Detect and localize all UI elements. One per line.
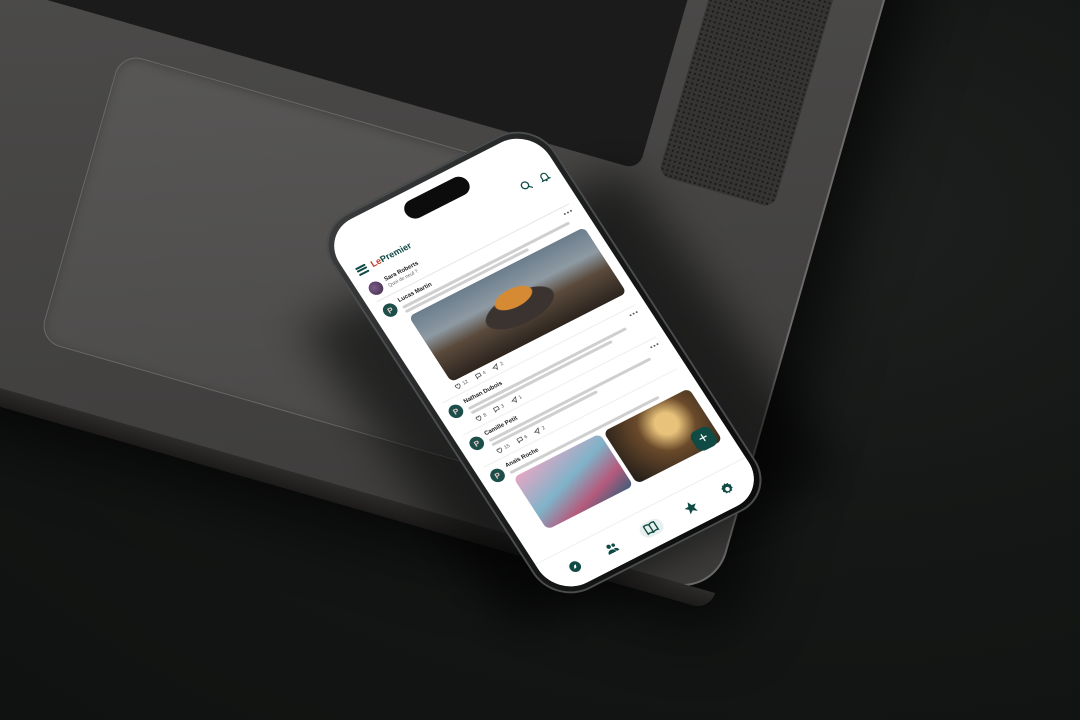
comment-button[interactable]: 4 xyxy=(473,369,487,380)
tab-home[interactable] xyxy=(564,556,587,577)
avatar: P xyxy=(487,466,508,485)
avatar xyxy=(365,279,387,298)
share-button[interactable]: 1 xyxy=(509,394,523,405)
tab-friends[interactable] xyxy=(600,538,623,559)
like-count: 12 xyxy=(461,378,470,387)
hamburger-icon[interactable] xyxy=(354,263,370,276)
compass-icon xyxy=(569,561,581,573)
like-count: 15 xyxy=(502,442,512,451)
avatar: P xyxy=(380,301,401,320)
star-icon xyxy=(684,502,699,515)
scene: . / shift ⌘ command ⌥ option xyxy=(0,0,1080,720)
avatar: P xyxy=(466,434,487,453)
search-icon[interactable] xyxy=(518,178,535,194)
bell-icon[interactable] xyxy=(536,169,553,185)
book-icon xyxy=(643,520,660,536)
share-button[interactable]: 2 xyxy=(491,360,505,371)
comment-button[interactable]: 6 xyxy=(515,433,529,444)
tab-settings[interactable] xyxy=(716,479,739,500)
tab-library[interactable] xyxy=(636,515,667,540)
tab-favorites[interactable] xyxy=(680,497,703,518)
speaker-grille xyxy=(658,0,865,209)
avatar: P xyxy=(445,402,466,421)
logo-suffix: Premier xyxy=(378,240,414,265)
share-button[interactable]: 2 xyxy=(532,424,546,435)
like-button[interactable]: 8 xyxy=(474,411,488,422)
gear-icon xyxy=(721,482,733,494)
users-icon xyxy=(606,543,620,556)
header-right xyxy=(518,169,553,194)
comment-button[interactable]: 3 xyxy=(491,402,505,414)
